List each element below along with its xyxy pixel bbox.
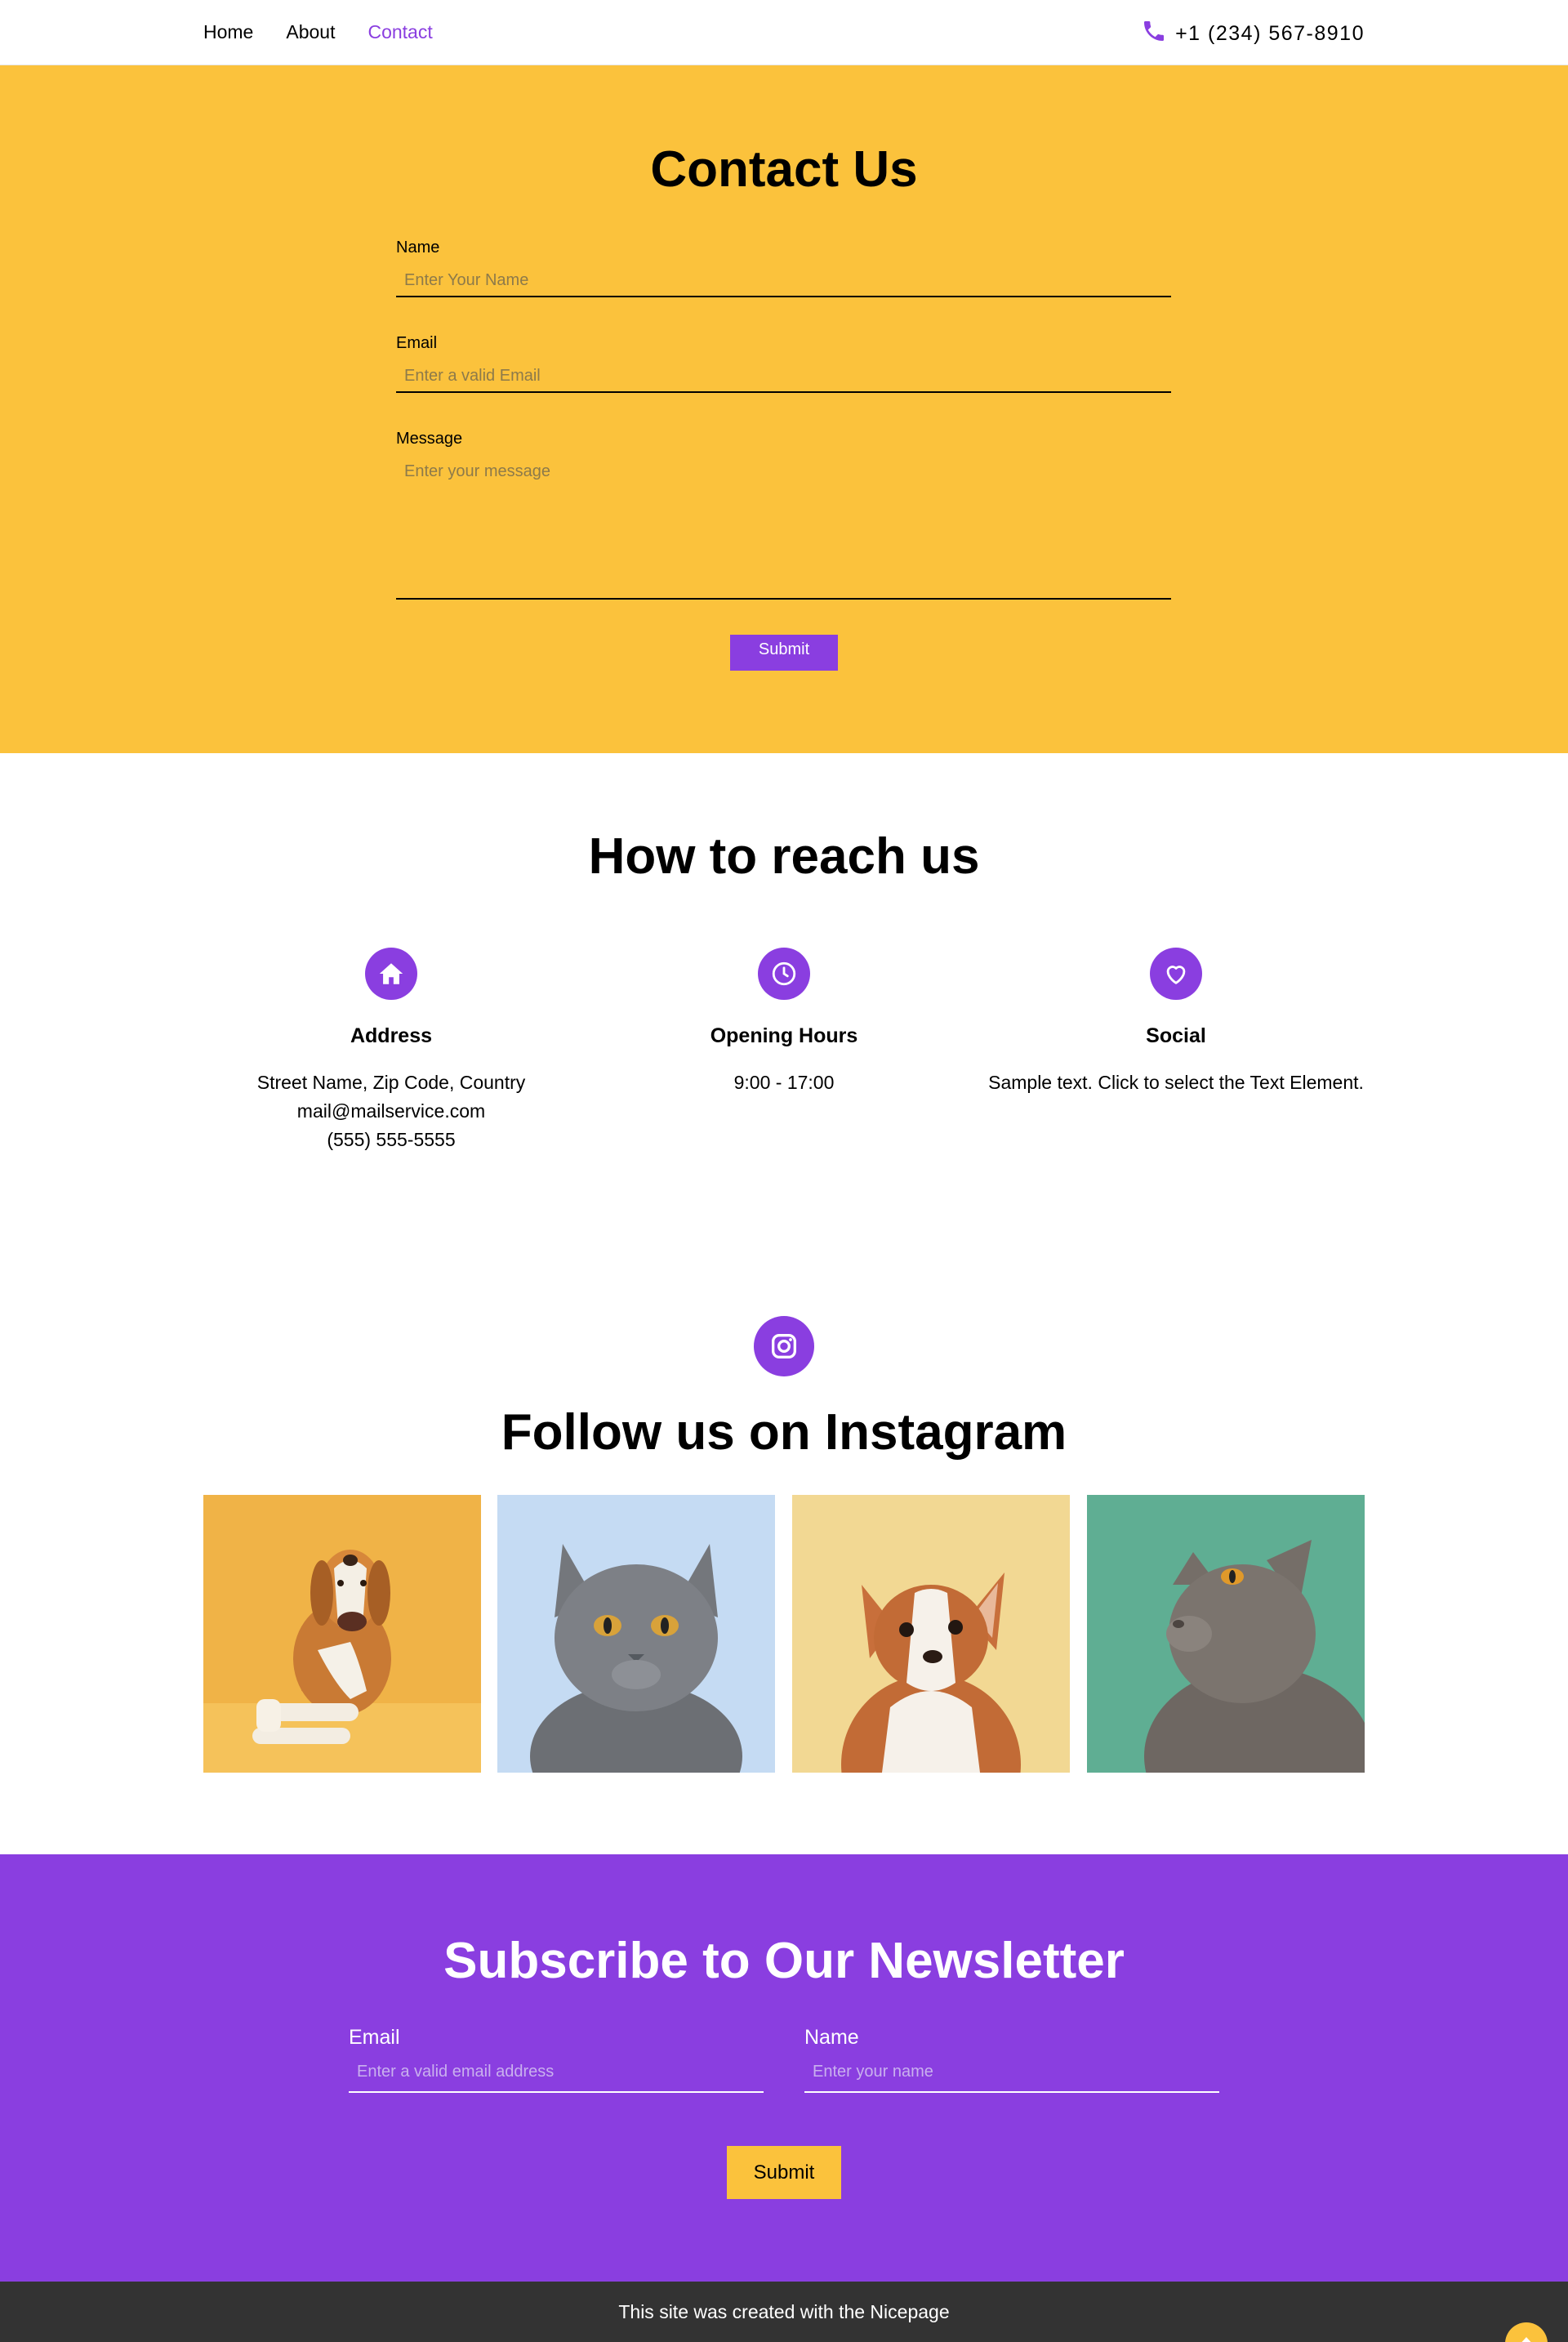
phone-icon xyxy=(1141,18,1167,50)
reach-heading: Address xyxy=(350,1024,433,1047)
reach-social: Social Sample text. Click to select the … xyxy=(980,948,1372,1097)
email-line[interactable]: mail@mailservice.com xyxy=(195,1097,587,1126)
instagram-photo-dog[interactable] xyxy=(792,1495,1070,1773)
newsletter-title: Subscribe to Our Newsletter xyxy=(443,1933,1125,1989)
clock-icon xyxy=(758,948,810,1000)
email-field[interactable] xyxy=(396,360,1171,393)
contact-title: Contact Us xyxy=(650,141,918,198)
heart-icon xyxy=(1150,948,1202,1000)
phone-link[interactable]: +1 (234) 567-8910 xyxy=(1141,18,1365,50)
phone-line: (555) 555-5555 xyxy=(327,1129,456,1150)
reach-address: Address Street Name, Zip Code, Country m… xyxy=(195,948,587,1154)
site-header: Home About Contact +1 (234) 567-8910 xyxy=(0,0,1568,65)
contact-section: Contact Us Name Email Message Submit xyxy=(0,65,1568,753)
footer-text: This site was created with the Nicepage xyxy=(618,2301,950,2322)
home-icon xyxy=(365,948,417,1000)
phone-number: +1 (234) 567-8910 xyxy=(1175,22,1365,45)
instagram-photo-cat[interactable] xyxy=(497,1495,775,1773)
reach-heading: Opening Hours xyxy=(710,1024,858,1047)
social-text: Sample text. Click to select the Text El… xyxy=(988,1072,1364,1093)
arrow-up-icon xyxy=(1517,2337,1535,2342)
newsletter-section: Subscribe to Our Newsletter Email Name S… xyxy=(0,1854,1568,2282)
newsletter-email-label: Email xyxy=(349,2026,400,2049)
nav-about[interactable]: About xyxy=(286,21,335,43)
message-field[interactable] xyxy=(396,454,1171,600)
instagram-photo-dog[interactable] xyxy=(203,1495,481,1773)
instagram-title: Follow us on Instagram xyxy=(501,1404,1067,1461)
reach-heading: Social xyxy=(1146,1024,1206,1047)
name-label: Name xyxy=(396,239,440,257)
instagram-photo-cat[interactable] xyxy=(1087,1495,1365,1773)
instagram-icon[interactable] xyxy=(754,1316,814,1376)
newsletter-email-field[interactable] xyxy=(349,2052,764,2093)
hours-line: 9:00 - 17:00 xyxy=(733,1072,835,1093)
email-label: Email xyxy=(396,334,438,352)
newsletter-submit-button[interactable]: Submit xyxy=(727,2146,841,2199)
name-field[interactable] xyxy=(396,265,1171,297)
reach-title: How to reach us xyxy=(588,828,980,885)
newsletter-name-field[interactable] xyxy=(804,2052,1219,2093)
reach-hours: Opening Hours 9:00 - 17:00 xyxy=(588,948,980,1097)
newsletter-name-label: Name xyxy=(804,2026,859,2049)
site-footer: This site was created with the Nicepage xyxy=(0,2282,1568,2342)
address-line: Street Name, Zip Code, Country xyxy=(256,1072,526,1093)
message-label: Message xyxy=(396,430,463,448)
main-nav: Home About Contact xyxy=(203,21,433,43)
contact-submit-button[interactable]: Submit xyxy=(730,635,838,671)
nav-home[interactable]: Home xyxy=(203,21,253,43)
nav-contact[interactable]: Contact xyxy=(368,21,432,43)
